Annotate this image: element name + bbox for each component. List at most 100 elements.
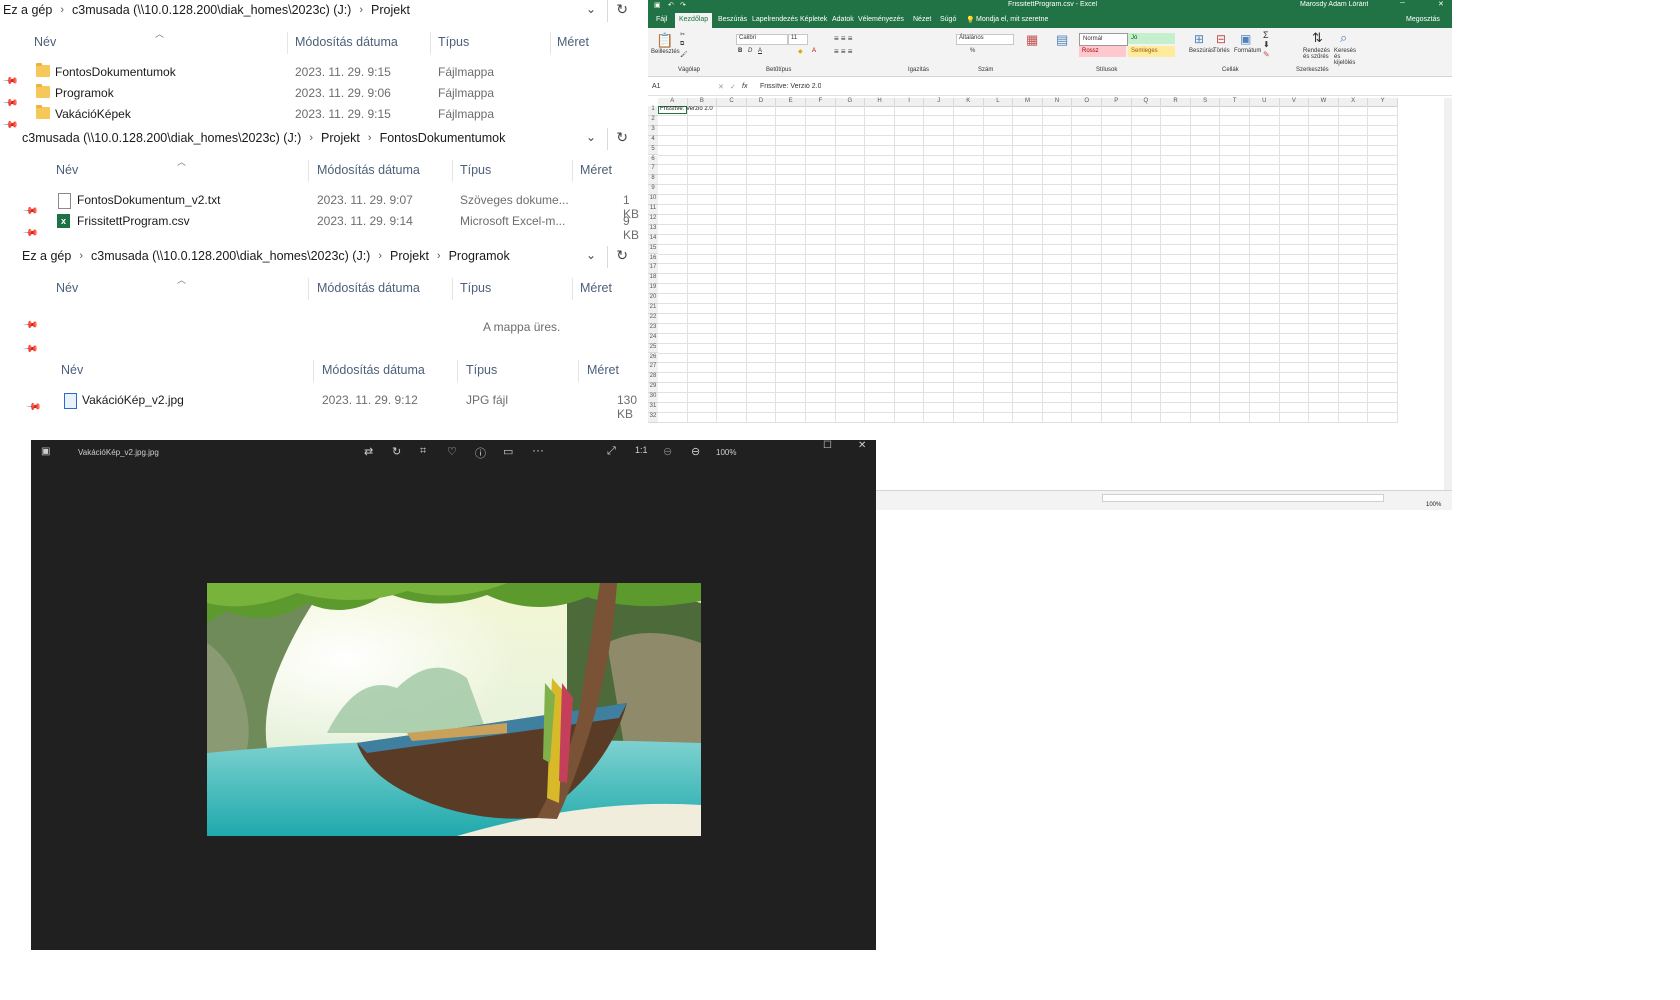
column-header[interactable]: P <box>1102 98 1132 107</box>
column-header[interactable]: V <box>1279 98 1310 107</box>
row-header[interactable]: 14 <box>648 234 658 245</box>
row-header[interactable]: 21 <box>648 304 658 314</box>
row-header[interactable]: 16 <box>648 254 658 265</box>
column-header[interactable]: X <box>1338 98 1369 107</box>
format-cells-icon[interactable]: ▣ <box>1240 32 1251 46</box>
format-painter-icon[interactable]: 🖌 <box>680 51 688 58</box>
maximize-icon[interactable]: ☐ <box>823 440 832 451</box>
row-header[interactable]: 17 <box>648 264 658 275</box>
delete-cells-icon[interactable]: ⊟ <box>1216 32 1226 46</box>
column-header[interactable]: H <box>865 98 895 107</box>
chevron-down-icon[interactable]: ⌄ <box>586 2 596 16</box>
list-item[interactable]: FontosDokumentumok 2023. 11. 29. 9:15 Fá… <box>0 62 640 82</box>
paste-icon[interactable]: 📋 <box>656 32 673 49</box>
row-header[interactable]: 30 <box>648 393 658 403</box>
list-item[interactable]: Programok 2023. 11. 29. 9:06 Fájlmappa <box>0 83 640 103</box>
row-header[interactable]: 10 <box>648 195 658 205</box>
row-header[interactable]: 23 <box>648 323 658 334</box>
col-name[interactable]: Név <box>56 163 78 177</box>
refresh-icon[interactable]: ↻ <box>616 129 628 146</box>
column-header[interactable]: N <box>1042 98 1073 107</box>
col-type[interactable]: Típus <box>460 281 491 295</box>
close-icon[interactable]: ✕ <box>1438 0 1444 8</box>
style-good[interactable]: Jó <box>1128 33 1175 44</box>
close-icon[interactable]: ✕ <box>858 440 866 451</box>
row-header[interactable]: 7 <box>648 165 658 176</box>
copy-icon[interactable]: ⧉ <box>680 41 684 48</box>
fullscreen-icon[interactable]: ⤢ <box>607 445 616 458</box>
row-header[interactable]: 27 <box>648 363 658 374</box>
format-cells-button[interactable]: Formátum <box>1234 48 1261 54</box>
row-header[interactable]: 28 <box>648 373 658 384</box>
insert-cells-icon[interactable]: ⊞ <box>1194 32 1204 46</box>
style-bad[interactable]: Rossz <box>1079 46 1126 57</box>
vertical-scrollbar[interactable] <box>1444 98 1452 490</box>
sort-filter-button[interactable]: Rendezés és szűrés <box>1303 48 1331 60</box>
save-icon[interactable]: ▣ <box>654 1 661 9</box>
undo-icon[interactable]: ↶ <box>668 1 674 9</box>
breadcrumb-projekt[interactable]: Projekt <box>321 131 360 145</box>
row-header[interactable]: 3 <box>648 125 658 136</box>
number-format-select[interactable]: Általános <box>956 34 1014 45</box>
font-color-icon[interactable]: A <box>812 48 816 54</box>
zoom-in-icon[interactable]: ⊖ <box>691 445 700 458</box>
column-header[interactable]: W <box>1309 98 1339 107</box>
row-header[interactable]: 11 <box>648 205 658 215</box>
formula-input[interactable]: Frissítve: Verzió 2.0 <box>760 83 821 90</box>
insert-cells-button[interactable]: Beszúrás <box>1189 48 1214 54</box>
tab-formulas[interactable]: Képletek <box>800 16 827 23</box>
column-header[interactable]: J <box>924 98 954 107</box>
autosum-icon[interactable]: Σ <box>1263 30 1269 40</box>
name-box[interactable]: A1 <box>652 83 692 90</box>
list-item[interactable]: VakációKép_v2.jpg 2023. 11. 29. 9:12 JPG… <box>0 390 640 421</box>
row-header[interactable]: 31 <box>648 403 658 413</box>
col-date[interactable]: Módosítás dátuma <box>317 281 420 295</box>
row-header[interactable]: 32 <box>648 412 658 423</box>
format-table-icon[interactable]: ▤ <box>1056 32 1068 48</box>
row-header[interactable]: 13 <box>648 224 658 235</box>
column-header[interactable]: Q <box>1131 98 1162 107</box>
find-select-button[interactable]: Keresés és kijelölés <box>1334 48 1362 66</box>
row-header[interactable]: 12 <box>648 214 658 225</box>
col-name[interactable]: Név <box>56 281 78 295</box>
col-size[interactable]: Méret <box>580 163 612 177</box>
tab-help[interactable]: Súgó <box>940 16 956 23</box>
row-header[interactable]: 24 <box>648 333 658 344</box>
tab-data[interactable]: Adatok <box>832 16 854 23</box>
style-normal[interactable]: Normál <box>1079 33 1128 46</box>
row-header[interactable]: 2 <box>648 115 658 126</box>
zoom-level[interactable]: 100% <box>1426 502 1441 508</box>
worksheet-grid[interactable]: Frissítve: Verzió 2.0 ABCDEFGHIJKLMNOPQR… <box>648 98 1444 490</box>
font-size-select[interactable]: 11 <box>788 34 808 45</box>
tab-view[interactable]: Nézet <box>913 16 931 23</box>
font-name-select[interactable]: Calibri <box>736 34 788 45</box>
row-header[interactable]: 15 <box>648 244 658 255</box>
row-header[interactable]: 19 <box>648 284 658 295</box>
align-icon[interactable]: ≡ ≡ ≡ <box>834 34 852 43</box>
breadcrumb-projekt[interactable]: Projekt <box>371 3 410 17</box>
breadcrumb-this-pc[interactable]: Ez a gép <box>3 3 52 17</box>
favorite-icon[interactable]: ♡ <box>447 445 457 458</box>
tab-home[interactable]: Kezdőlap <box>675 13 713 28</box>
column-header[interactable]: L <box>983 98 1014 107</box>
column-header[interactable]: G <box>835 98 866 107</box>
crop-icon[interactable]: ⌗ <box>420 445 426 458</box>
column-header[interactable]: K <box>954 98 984 107</box>
column-header[interactable]: S <box>1190 98 1221 107</box>
edit-icon[interactable]: ⇄ <box>364 445 373 458</box>
percent-icon[interactable]: % <box>970 48 975 54</box>
find-icon[interactable]: ⌕ <box>1340 30 1347 46</box>
merge-icon[interactable]: ≡ ≡ ≡ <box>834 47 852 56</box>
col-date[interactable]: Módosítás dátuma <box>317 163 420 177</box>
address-bar[interactable]: Ez a gép › c3musada (\\10.0.128.200\diak… <box>0 0 648 22</box>
row-header[interactable]: 5 <box>648 145 658 156</box>
breadcrumb-this-pc[interactable]: Ez a gép <box>22 249 71 263</box>
chevron-down-icon[interactable]: ⌄ <box>586 130 596 144</box>
col-type[interactable]: Típus <box>460 163 491 177</box>
col-name[interactable]: Név <box>34 35 56 49</box>
row-header[interactable]: 6 <box>648 155 658 166</box>
cut-icon[interactable]: ✂ <box>680 31 685 38</box>
breadcrumb-fontosdokumentumok[interactable]: FontosDokumentumok <box>380 131 506 145</box>
confirm-icon[interactable]: ✓ <box>730 83 736 91</box>
underline-icon[interactable]: A <box>758 48 762 54</box>
